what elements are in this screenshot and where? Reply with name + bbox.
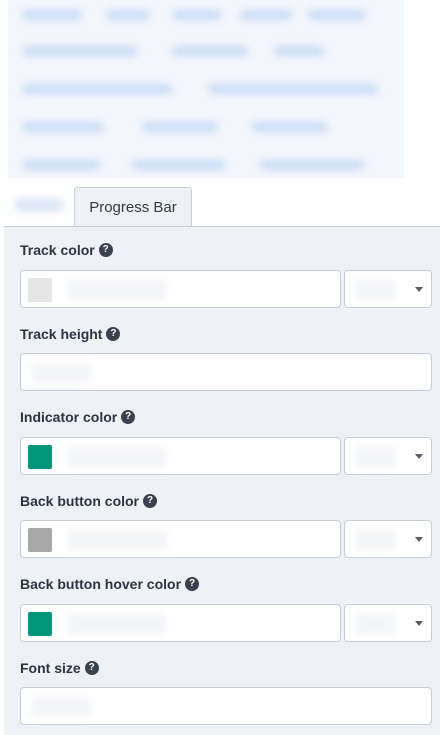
blurred-tab bbox=[22, 84, 172, 94]
color-swatch[interactable] bbox=[28, 528, 52, 552]
blurred-tab bbox=[22, 122, 104, 132]
font-size-label: Font size ? bbox=[20, 660, 99, 676]
font-size-input[interactable] bbox=[20, 687, 432, 725]
field-label-text: Indicator color bbox=[20, 409, 118, 425]
indicator-color-input[interactable] bbox=[20, 437, 341, 475]
chevron-down-icon bbox=[415, 621, 423, 626]
help-icon[interactable]: ? bbox=[84, 661, 99, 675]
field-label-text: Back button hover color bbox=[20, 576, 182, 592]
blurred-tab bbox=[260, 160, 364, 170]
blurred-tab bbox=[22, 10, 82, 20]
chevron-down-icon bbox=[415, 454, 423, 459]
color-swatch[interactable] bbox=[28, 445, 52, 469]
blurred-tab bbox=[252, 122, 328, 132]
help-icon[interactable]: ? bbox=[185, 577, 200, 591]
back-button-hover-color-label: Back button hover color ? bbox=[20, 576, 200, 592]
field-label-text: Track height bbox=[20, 326, 103, 342]
blurred-tab bbox=[240, 10, 292, 20]
field-label-text: Font size bbox=[20, 660, 81, 676]
help-icon[interactable]: ? bbox=[143, 494, 158, 508]
blurred-tab bbox=[208, 84, 378, 94]
blurred-tab bbox=[22, 160, 100, 170]
back-button-color-select[interactable] bbox=[344, 520, 432, 558]
back-button-color-input[interactable] bbox=[20, 520, 341, 558]
blurred-value bbox=[355, 280, 395, 300]
color-swatch[interactable] bbox=[28, 278, 52, 302]
tab-progress-bar[interactable]: Progress Bar bbox=[74, 187, 192, 227]
blurred-value bbox=[67, 447, 167, 467]
blurred-tab bbox=[173, 10, 221, 20]
blurred-tab bbox=[308, 10, 366, 20]
blurred-value bbox=[31, 363, 91, 383]
indicator-color-row bbox=[20, 437, 432, 475]
blurred-tab bbox=[22, 46, 138, 56]
blurred-value bbox=[67, 280, 167, 300]
blurred-tab bbox=[142, 122, 218, 132]
back-button-color-row bbox=[20, 520, 432, 558]
chevron-down-icon bbox=[415, 287, 423, 292]
settings-panel: Track color ? Track height ? Indicator c… bbox=[4, 226, 440, 735]
indicator-color-label: Indicator color ? bbox=[20, 409, 136, 425]
help-icon[interactable]: ? bbox=[106, 327, 121, 341]
indicator-color-select[interactable] bbox=[344, 437, 432, 475]
track-color-label: Track color ? bbox=[20, 242, 113, 258]
tab-strip bbox=[0, 178, 440, 226]
track-color-row bbox=[20, 270, 432, 308]
track-color-select[interactable] bbox=[344, 270, 432, 308]
field-label-text: Back button color bbox=[20, 493, 140, 509]
color-swatch[interactable] bbox=[28, 612, 52, 636]
blurred-tab bbox=[14, 198, 64, 212]
back-button-hover-color-select[interactable] bbox=[344, 604, 432, 642]
blurred-value bbox=[67, 614, 167, 634]
back-button-hover-color-input[interactable] bbox=[20, 604, 341, 642]
track-height-input[interactable] bbox=[20, 353, 432, 391]
blurred-value bbox=[31, 697, 91, 717]
chevron-down-icon bbox=[415, 537, 423, 542]
blurred-value bbox=[355, 614, 395, 634]
back-button-hover-color-row bbox=[20, 604, 432, 642]
field-label-text: Track color bbox=[20, 242, 95, 258]
blurred-tab bbox=[132, 160, 226, 170]
back-button-color-label: Back button color ? bbox=[20, 493, 158, 509]
blurred-tab bbox=[106, 10, 150, 20]
blurred-value bbox=[355, 530, 395, 550]
blurred-tab bbox=[172, 46, 248, 56]
track-color-input[interactable] bbox=[20, 270, 341, 308]
blurred-value bbox=[355, 447, 395, 467]
blurred-value bbox=[67, 530, 167, 550]
track-height-label: Track height ? bbox=[20, 326, 121, 342]
help-icon[interactable]: ? bbox=[121, 410, 136, 424]
obscured-settings-area bbox=[8, 0, 404, 178]
blurred-tab bbox=[274, 46, 324, 56]
help-icon[interactable]: ? bbox=[98, 243, 113, 257]
